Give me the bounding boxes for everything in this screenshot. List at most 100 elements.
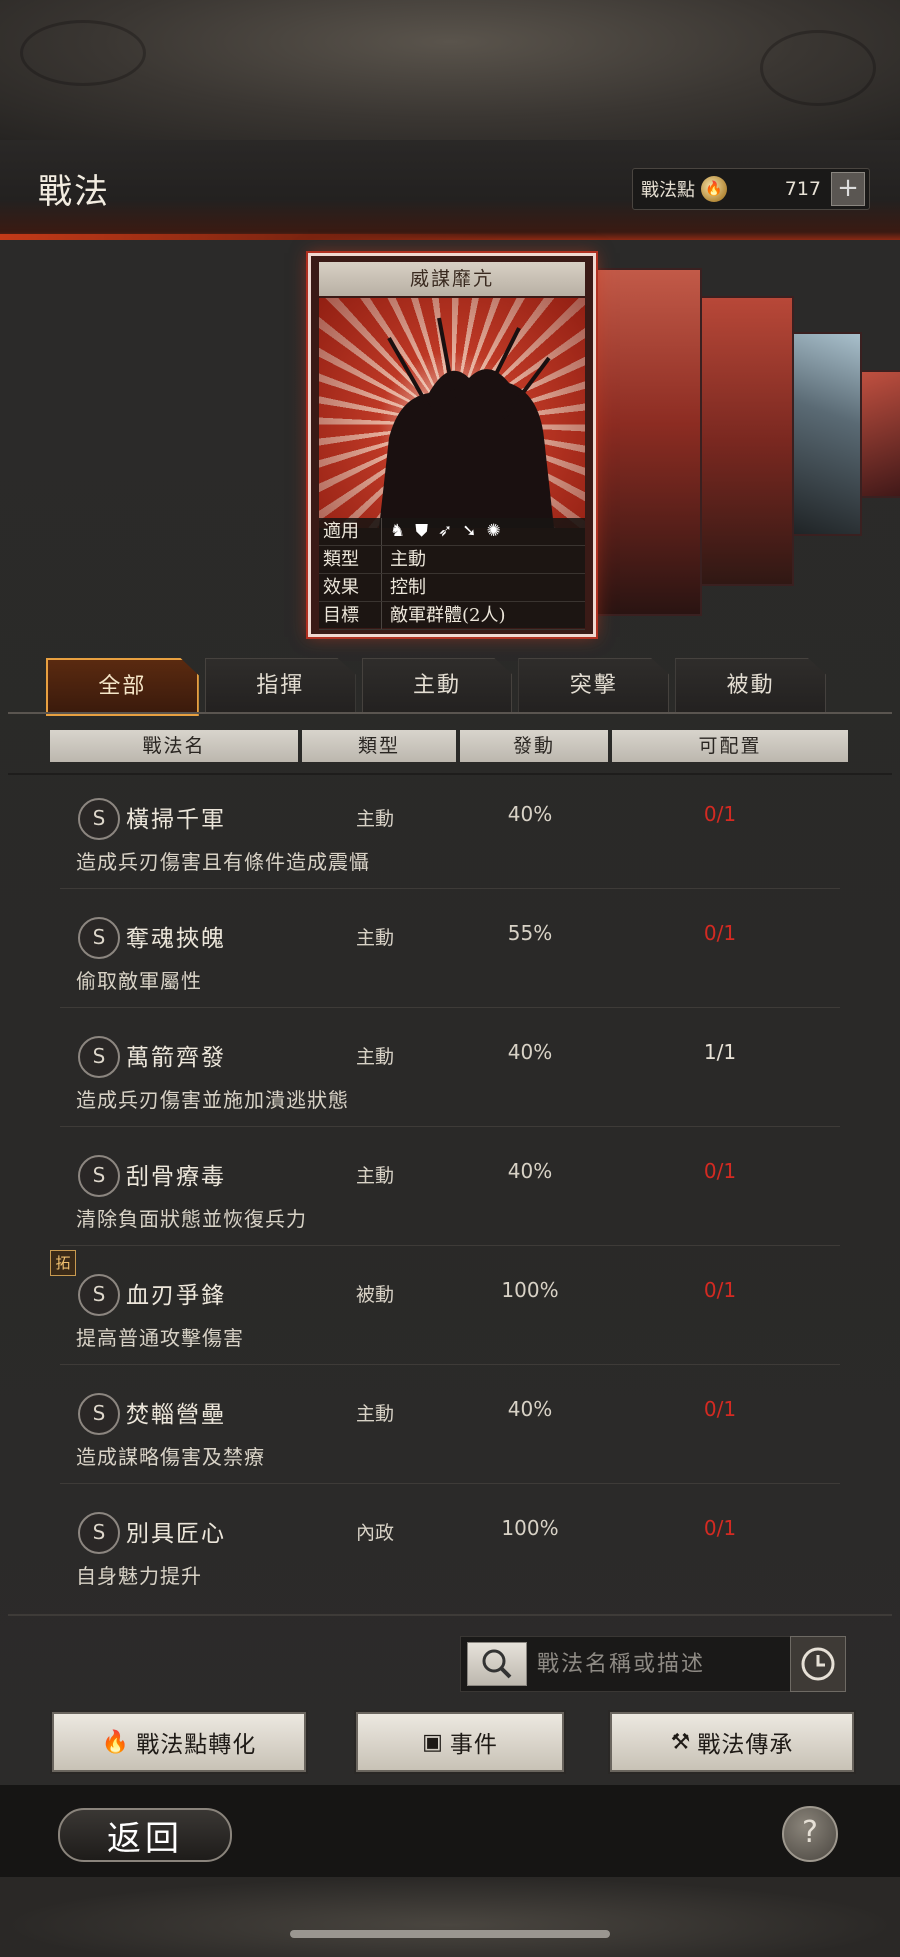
event-label: 事件 — [449, 1732, 498, 1758]
card-row-value: 控制 — [390, 577, 426, 598]
flame-icon: 🔥 — [701, 176, 727, 202]
inherit-button[interactable]: ⚒ 戰法傳承 — [610, 1712, 854, 1772]
skill-rate: 55% — [507, 921, 553, 945]
column-header-type[interactable]: 類型 — [302, 730, 456, 762]
skill-row[interactable]: S 萬箭齊發 主動 40% 1/1 造成兵刃傷害並施加潰逃狀態 — [60, 1016, 840, 1127]
spear-icon: ➘ — [462, 521, 477, 541]
skill-name: 萬箭齊發 — [126, 1045, 226, 1071]
bow-icon: ➶ — [438, 521, 453, 541]
card-row-key: 類型 — [319, 546, 382, 573]
header: 戰法 戰法點 🔥 717 + — [0, 140, 900, 240]
skill-row[interactable]: S 血刃爭鋒 被動 100% 0/1 提高普通攻擊傷害 — [60, 1254, 840, 1365]
tab-command[interactable]: 指揮 — [204, 658, 356, 713]
home-indicator[interactable] — [290, 1930, 610, 1938]
column-header-rate[interactable]: 發動 — [460, 730, 608, 762]
category-tabs: 全部 指揮 主動 突擊 被動 — [46, 658, 826, 716]
convert-points-button[interactable]: 🔥 戰法點轉化 — [52, 1712, 306, 1772]
skill-card-back[interactable] — [690, 296, 794, 586]
skill-card-back[interactable] — [782, 332, 862, 536]
card-row-value: 主動 — [390, 549, 426, 570]
add-points-button[interactable]: + — [831, 172, 865, 206]
skill-description: 自身魅力提升 — [76, 1564, 202, 1588]
clock-icon — [801, 1647, 835, 1681]
skill-name: 別具匠心 — [126, 1521, 226, 1547]
search-bar — [460, 1636, 802, 1692]
skill-row[interactable]: S 奪魂挾魄 主動 55% 0/1 偷取敵軍屬性 — [60, 897, 840, 1008]
skill-config: 1/1 — [703, 1040, 737, 1064]
column-header-name[interactable]: 戰法名 — [50, 730, 298, 762]
skill-config: 0/1 — [703, 921, 737, 945]
search-input[interactable] — [535, 1643, 795, 1685]
skill-description: 清除負面狀態並恢復兵力 — [76, 1207, 307, 1231]
card-info-table: 適用 ♞ ⛊ ➶ ➘ ✺ 類型 主動 效果 控制 目標 敵軍群體(2人) — [319, 518, 585, 630]
hammer-icon: ⚒ — [670, 1729, 692, 1755]
skill-type: 主動 — [356, 927, 395, 949]
shield-icon: ⛊ — [415, 521, 428, 541]
skill-name: 奪魂挾魄 — [126, 926, 226, 952]
search-button[interactable] — [467, 1642, 527, 1686]
selected-skill-card[interactable]: 威謀靡亢 適用 ♞ ⛊ ➶ ➘ ✺ 類型 主動 效果 控制 目標 敵軍群體(2人… — [308, 253, 596, 637]
skill-type: 主動 — [356, 808, 395, 830]
skill-row[interactable]: S 別具匠心 內政 100% 0/1 自身魅力提升 — [60, 1492, 840, 1602]
skill-name: 橫掃千軍 — [126, 807, 226, 833]
grade-s-icon: S — [78, 1393, 120, 1435]
card-row-key: 目標 — [319, 602, 382, 629]
skill-row[interactable]: S 焚輜營壘 主動 40% 0/1 造成謀略傷害及禁療 — [60, 1373, 840, 1484]
skill-description: 提高普通攻擊傷害 — [76, 1326, 244, 1350]
card-title: 威謀靡亢 — [319, 262, 585, 296]
card-row-key: 適用 — [319, 518, 382, 545]
grade-s-icon: S — [78, 1512, 120, 1554]
history-button[interactable] — [790, 1636, 846, 1692]
skill-config: 0/1 — [703, 1516, 737, 1540]
skill-type: 主動 — [356, 1403, 395, 1425]
grade-s-icon: S — [78, 1274, 120, 1316]
skill-card-back[interactable] — [860, 370, 900, 498]
grade-s-icon: S — [78, 1036, 120, 1078]
wheel-icon: ✺ — [486, 521, 501, 541]
convert-label: 戰法點轉化 — [136, 1732, 257, 1758]
card-row-value: 敵軍群體(2人) — [390, 605, 506, 626]
skill-description: 造成謀略傷害及禁療 — [76, 1445, 265, 1469]
skill-row[interactable]: S 橫掃千軍 主動 40% 0/1 造成兵刃傷害且有條件造成震懾 — [60, 778, 840, 889]
skill-rate: 40% — [507, 1159, 553, 1183]
grade-s-icon: S — [78, 1155, 120, 1197]
skill-rate: 100% — [501, 1278, 559, 1302]
skill-type: 主動 — [356, 1165, 395, 1187]
skill-description: 偷取敵軍屬性 — [76, 969, 202, 993]
bottom-decoration — [0, 1877, 900, 1957]
skill-config: 0/1 — [703, 1278, 737, 1302]
skill-points-value: 717 — [784, 178, 821, 200]
grade-s-icon: S — [78, 798, 120, 840]
apply-icons: ♞ ⛊ ➶ ➘ ✺ — [382, 518, 501, 545]
help-button[interactable]: ? — [782, 1806, 838, 1862]
alert-icon: ▣ — [422, 1729, 444, 1755]
cavalry-icon: ♞ — [390, 521, 406, 541]
skill-name: 血刃爭鋒 — [126, 1283, 226, 1309]
skill-type: 內政 — [356, 1522, 395, 1544]
skill-rate: 40% — [507, 802, 553, 826]
top-decoration — [0, 0, 900, 140]
skill-name: 焚輜營壘 — [126, 1402, 226, 1428]
skill-row[interactable]: S 刮骨療毒 主動 40% 0/1 清除負面狀態並恢復兵力 — [60, 1135, 840, 1246]
grade-s-icon: S — [78, 917, 120, 959]
flame-icon: 🔥 — [101, 1729, 131, 1755]
card-row-key: 效果 — [319, 574, 382, 601]
tab-passive[interactable]: 被動 — [675, 658, 826, 713]
skill-rate: 40% — [507, 1040, 553, 1064]
skill-type: 主動 — [356, 1046, 395, 1068]
tab-active[interactable]: 主動 — [361, 658, 513, 713]
tab-assault[interactable]: 突擊 — [518, 658, 670, 713]
tab-all[interactable]: 全部 — [46, 658, 199, 716]
skill-config: 0/1 — [703, 802, 737, 826]
skill-description: 造成兵刃傷害並施加潰逃狀態 — [76, 1088, 349, 1112]
skill-rate: 100% — [501, 1516, 559, 1540]
card-artwork — [319, 298, 585, 528]
column-header-config[interactable]: 可配置 — [612, 730, 848, 762]
search-icon — [482, 1649, 512, 1679]
skill-rate: 40% — [507, 1397, 553, 1421]
skill-points-panel: 戰法點 🔥 717 + — [632, 168, 870, 210]
back-button[interactable]: 返回 — [58, 1808, 232, 1862]
skill-card-back[interactable] — [586, 268, 702, 616]
skill-name: 刮骨療毒 — [126, 1164, 226, 1190]
event-button[interactable]: ▣ 事件 — [356, 1712, 564, 1772]
